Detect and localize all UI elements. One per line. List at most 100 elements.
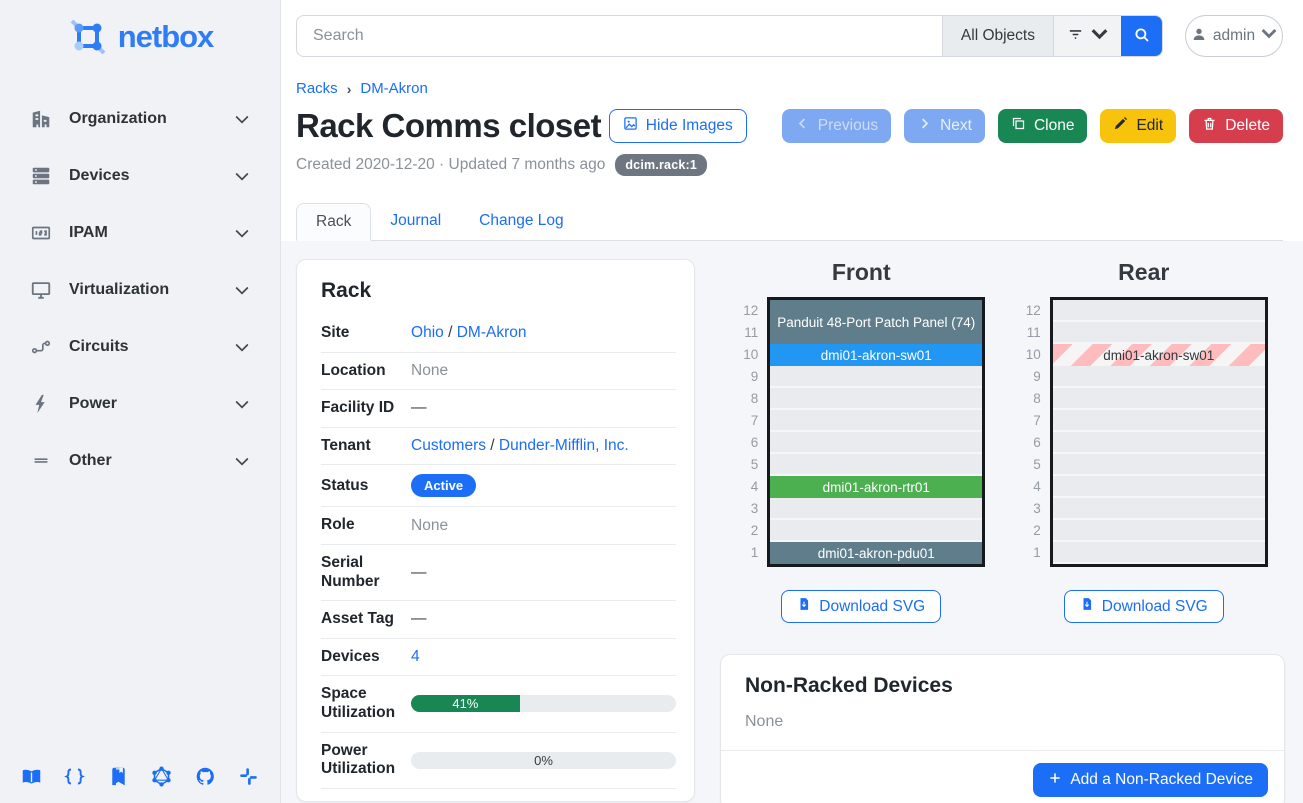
device-count-link[interactable]: 4 — [411, 648, 420, 665]
search-filter-dropdown[interactable] — [1053, 16, 1121, 56]
empty-rack-unit[interactable] — [1053, 410, 1265, 432]
tab-journal[interactable]: Journal — [371, 203, 460, 241]
tab-rack[interactable]: Rack — [296, 203, 371, 241]
chevron-right-icon — [917, 116, 932, 136]
empty-rack-unit[interactable] — [770, 432, 982, 454]
object-actions: Hide Images Previous Next Clone Edit — [609, 109, 1283, 143]
netbox-logo[interactable]: netbox — [0, 6, 280, 68]
detail-row-power-utilization: Power Utilization0% — [321, 732, 676, 788]
code-braces-icon[interactable] — [64, 765, 86, 787]
empty-rack-unit[interactable] — [1053, 366, 1265, 388]
empty-rack-unit[interactable] — [1053, 322, 1265, 344]
image-icon — [623, 116, 638, 136]
sidebar-item-organization[interactable]: Organization — [0, 90, 280, 147]
unit-number: 12 — [1020, 300, 1050, 322]
breadcrumb-link-racks[interactable]: Racks — [296, 80, 338, 97]
detail-row-space-utilization: Space Utilization41% — [321, 676, 676, 732]
unit-number: 1 — [737, 542, 767, 564]
sidebar-item-devices[interactable]: Devices — [0, 147, 280, 204]
detail-value: None — [395, 507, 676, 545]
sidebar-item-other[interactable]: Other — [0, 432, 280, 489]
add-non-racked-device-button[interactable]: Add a Non-Racked Device — [1033, 763, 1268, 797]
book-open-icon[interactable] — [20, 765, 42, 787]
book-icon[interactable] — [107, 765, 129, 787]
slack-icon[interactable] — [238, 765, 260, 787]
tab-content: Rack SiteOhio / DM-AkronLocationNoneFaci… — [281, 241, 1303, 803]
power-utilization-bar: 0% — [411, 752, 676, 769]
sidebar-item-circuits[interactable]: Circuits — [0, 318, 280, 375]
file-download-icon — [1080, 597, 1094, 616]
rack-device-dmi01-akron-pdu01[interactable]: dmi01-akron-pdu01 — [770, 542, 982, 564]
empty-rack-unit[interactable] — [1053, 520, 1265, 542]
empty-rack-unit[interactable] — [1053, 498, 1265, 520]
link-customers[interactable]: Customers — [411, 437, 486, 454]
empty-rack-unit[interactable] — [1053, 454, 1265, 476]
object-type-badge: dcim.rack:1 — [615, 154, 707, 176]
filter-icon — [1067, 26, 1084, 46]
topbar: All Objects admin — [281, 0, 1303, 57]
user-menu[interactable]: admin — [1185, 15, 1283, 57]
lines-icon — [30, 450, 52, 472]
sidebar-item-virtualization[interactable]: Virtualization — [0, 261, 280, 318]
link-dm-akron[interactable]: DM-Akron — [457, 324, 527, 341]
download-svg-rear-button[interactable]: Download SVG — [1064, 590, 1224, 623]
person-icon — [1191, 26, 1207, 47]
detail-value: None — [395, 352, 676, 390]
file-download-icon — [797, 597, 811, 616]
previous-button[interactable]: Previous — [782, 109, 891, 143]
status-badge: Active — [411, 474, 476, 497]
unit-number: 10 — [737, 344, 767, 366]
detail-label: Tenant — [321, 427, 395, 465]
empty-rack-unit[interactable] — [770, 498, 982, 520]
empty-rack-unit[interactable] — [770, 454, 982, 476]
edit-button[interactable]: Edit — [1100, 109, 1176, 143]
sidebar-footer — [0, 765, 280, 787]
pencil-icon — [1113, 116, 1128, 136]
search-submit-button[interactable] — [1121, 16, 1162, 56]
detail-row-status: StatusActive — [321, 465, 676, 507]
copy-icon — [1011, 116, 1026, 136]
empty-rack-unit[interactable] — [770, 520, 982, 542]
search-icon — [1133, 26, 1151, 47]
created-updated-text: Created 2020-12-20 · Updated 7 months ag… — [296, 156, 605, 174]
sidebar-item-label: Other — [69, 452, 215, 470]
empty-rack-unit[interactable] — [1053, 476, 1265, 498]
detail-label: Devices — [321, 638, 395, 676]
sidebar-item-ipam[interactable]: IPAM — [0, 204, 280, 261]
server-icon — [30, 165, 52, 187]
graphql-icon[interactable] — [151, 765, 173, 787]
netbox-logo-icon — [67, 16, 109, 58]
detail-value: 4 — [395, 638, 676, 676]
sidebar-item-label: Devices — [69, 167, 215, 185]
detail-row-location: LocationNone — [321, 352, 676, 390]
breadcrumb: Racks›DM-Akron — [296, 80, 1283, 97]
delete-button[interactable]: Delete — [1189, 109, 1283, 143]
empty-rack-unit[interactable] — [770, 366, 982, 388]
panel-title: Rack — [321, 279, 670, 303]
search-scope-button[interactable]: All Objects — [942, 16, 1053, 56]
search-input[interactable] — [297, 16, 942, 56]
hide-images-button[interactable]: Hide Images — [609, 109, 747, 143]
empty-rack-unit[interactable] — [770, 388, 982, 410]
empty-rack-unit[interactable] — [770, 410, 982, 432]
download-svg-front-button[interactable]: Download SVG — [781, 590, 941, 623]
clone-button[interactable]: Clone — [998, 109, 1088, 143]
link-ohio[interactable]: Ohio — [411, 324, 444, 341]
breadcrumb-link-dm-akron[interactable]: DM-Akron — [360, 80, 428, 97]
sidebar-item-power[interactable]: Power — [0, 375, 280, 432]
github-icon[interactable] — [194, 765, 216, 787]
link-dunder-mifflin-inc[interactable]: Dunder-Mifflin, Inc. — [499, 437, 629, 454]
empty-rack-unit[interactable] — [1053, 388, 1265, 410]
next-button[interactable]: Next — [904, 109, 985, 143]
empty-rack-unit[interactable] — [1053, 432, 1265, 454]
empty-rack-unit[interactable] — [1053, 542, 1265, 564]
tab-change-log[interactable]: Change Log — [460, 203, 582, 241]
empty-rack-unit[interactable] — [1053, 300, 1265, 322]
unit-number: 12 — [737, 300, 767, 322]
rack-device-dmi01-akron-rtr01[interactable]: dmi01-akron-rtr01 — [770, 476, 982, 498]
detail-row-facility-id: Facility ID— — [321, 390, 676, 428]
rack-device-dmi01-akron-sw01[interactable]: dmi01-akron-sw01 — [1053, 344, 1265, 366]
rack-device-panduit-48-port-patch-panel-74[interactable]: Panduit 48-Port Patch Panel (74) — [770, 300, 982, 344]
rack-device-dmi01-akron-sw01[interactable]: dmi01-akron-sw01 — [770, 344, 982, 366]
unit-number: 5 — [1020, 454, 1050, 476]
